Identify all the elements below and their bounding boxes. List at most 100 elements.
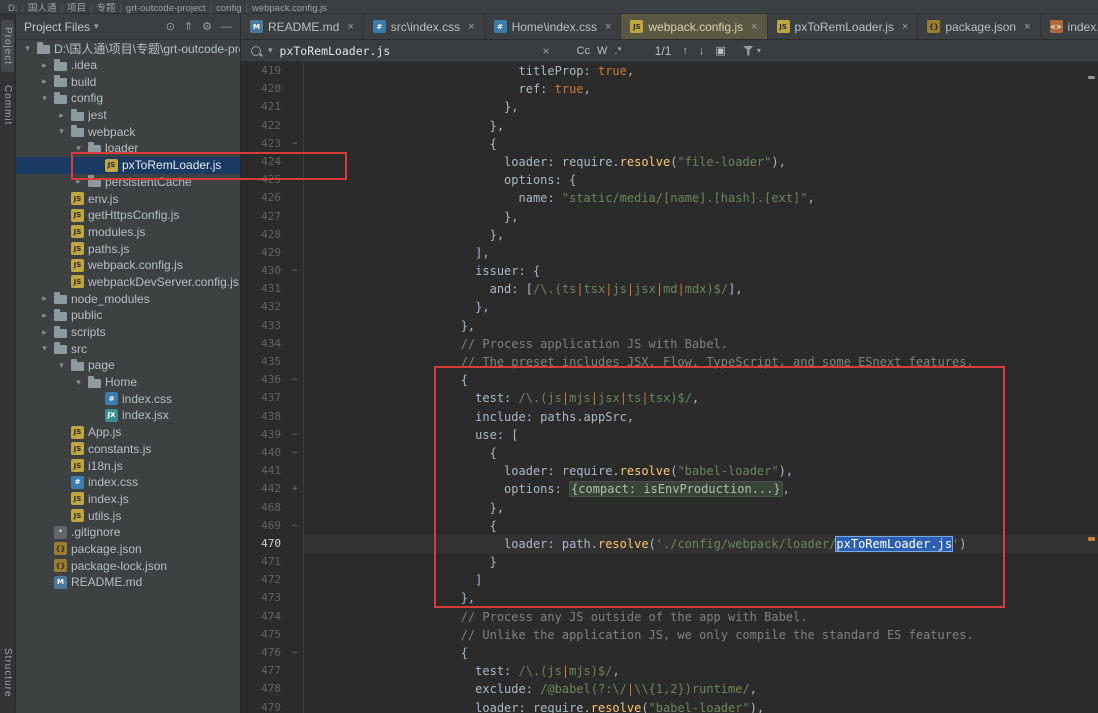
tree-row[interactable]: {}package.json <box>16 541 240 558</box>
chevron-right-icon[interactable]: ▸ <box>39 76 50 87</box>
chevron-down-icon[interactable]: ▾ <box>22 43 33 54</box>
code-line[interactable]: 475 // Unlike the application JS, we onl… <box>241 626 1098 644</box>
close-icon[interactable]: × <box>751 21 757 33</box>
code-line[interactable]: 473 }, <box>241 589 1098 607</box>
code-line[interactable]: 422 }, <box>241 117 1098 135</box>
editor-tab[interactable]: #Home\index.css× <box>485 14 622 39</box>
close-icon[interactable]: × <box>902 21 908 33</box>
chevron-down-icon[interactable]: ▾ <box>56 126 67 137</box>
code-line[interactable]: 436− { <box>241 371 1098 389</box>
tree-row[interactable]: JSwebpack.config.js <box>16 257 240 274</box>
chevron-right-icon[interactable]: ▸ <box>39 293 50 304</box>
editor-tab[interactable]: {}package.json× <box>918 14 1040 39</box>
tree-row[interactable]: JSApp.js <box>16 424 240 441</box>
code-line[interactable]: 476− { <box>241 644 1098 662</box>
code-line[interactable]: 429 ], <box>241 244 1098 262</box>
fold-marker-icon[interactable]: − <box>287 644 304 662</box>
close-icon[interactable]: × <box>468 21 474 33</box>
chevron-right-icon[interactable]: ▸ <box>39 310 50 321</box>
code-line[interactable]: 439− use: [ <box>241 426 1098 444</box>
toolwindow-button-commit[interactable]: Commit <box>1 78 14 132</box>
code-line[interactable]: 430− issuer: { <box>241 262 1098 280</box>
tree-row[interactable]: JSenv.js <box>16 190 240 207</box>
tree-row[interactable]: JSindex.js <box>16 491 240 508</box>
tree-row[interactable]: JSi18n.js <box>16 457 240 474</box>
tree-row[interactable]: ▸persistentCache <box>16 174 240 191</box>
chevron-right-icon[interactable]: ▸ <box>56 110 67 121</box>
tree-row[interactable]: ▸scripts <box>16 324 240 341</box>
fold-marker-icon[interactable]: − <box>287 371 304 389</box>
chevron-right-icon[interactable]: ▸ <box>39 60 50 71</box>
code-line[interactable]: 469− { <box>241 517 1098 535</box>
chevron-right-icon[interactable]: ▸ <box>73 176 84 187</box>
code-line[interactable]: 472 ] <box>241 571 1098 589</box>
code-line[interactable]: 478 exclude: /@babel(?:\/|\\{1,2})runtim… <box>241 680 1098 698</box>
code-line[interactable]: 419 titleProp: true, <box>241 62 1098 80</box>
code-line[interactable]: 438 include: paths.appSrc, <box>241 408 1098 426</box>
toolwindow-button-project[interactable]: Project <box>1 20 14 72</box>
code-line[interactable]: 470 loader: path.resolve('./config/webpa… <box>241 535 1098 553</box>
tree-row[interactable]: JXindex.jsx <box>16 407 240 424</box>
tree-row[interactable]: ▾loader <box>16 140 240 157</box>
editor-tab[interactable]: <>index.html× <box>1041 14 1098 39</box>
code-line[interactable]: 442+ options: {compact: isEnvProduction.… <box>241 480 1098 498</box>
tree-row[interactable]: ▾page <box>16 357 240 374</box>
chevron-right-icon[interactable]: ▸ <box>39 327 50 338</box>
chevron-down-icon[interactable]: ▾ <box>73 377 84 388</box>
close-icon[interactable]: × <box>605 21 611 33</box>
code-line[interactable]: 427 }, <box>241 208 1098 226</box>
tree-row[interactable]: #index.css <box>16 390 240 407</box>
match-case-toggle[interactable]: Cc <box>577 45 590 57</box>
code-line[interactable]: 425− options: { <box>241 171 1098 189</box>
code-line[interactable]: 435 // The preset includes JSX, Flow, Ty… <box>241 353 1098 371</box>
previous-match-icon[interactable]: ↑ <box>682 45 688 57</box>
collapse-all-icon[interactable]: ⇑ <box>184 20 193 33</box>
code-line[interactable]: 441 loader: require.resolve("babel-loade… <box>241 462 1098 480</box>
tree-row[interactable]: ▸jest <box>16 107 240 124</box>
fold-marker-icon[interactable]: − <box>287 262 304 280</box>
code-line[interactable]: 468 }, <box>241 499 1098 517</box>
tree-row[interactable]: ▸node_modules <box>16 290 240 307</box>
next-match-icon[interactable]: ↓ <box>699 45 705 57</box>
chevron-down-icon[interactable]: ▾ <box>73 143 84 154</box>
tree-row[interactable]: ▾src <box>16 340 240 357</box>
fold-marker-icon[interactable]: − <box>287 426 304 444</box>
code-line[interactable]: 474 // Process any JS outside of the app… <box>241 608 1098 626</box>
code-editor[interactable]: 419 titleProp: true,420 ref: true,421 },… <box>240 62 1098 713</box>
editor-tab[interactable]: #src\index.css× <box>364 14 485 39</box>
whole-words-toggle[interactable]: W <box>597 45 607 57</box>
chevron-down-icon[interactable]: ▾ <box>39 343 50 354</box>
code-line[interactable]: 471 } <box>241 553 1098 571</box>
tree-row[interactable]: ▸.idea <box>16 57 240 74</box>
chevron-down-icon[interactable]: ▾ <box>39 93 50 104</box>
code-line[interactable]: 433 }, <box>241 317 1098 335</box>
code-line[interactable]: 440− { <box>241 444 1098 462</box>
tree-row[interactable]: ▾Home <box>16 374 240 391</box>
tree-row[interactable]: ▸public <box>16 307 240 324</box>
code-line[interactable]: 428 }, <box>241 226 1098 244</box>
filter-chevron-icon[interactable]: ▾ <box>757 46 761 55</box>
clear-search-icon[interactable]: × <box>543 44 550 58</box>
tree-row[interactable]: ▸build <box>16 73 240 90</box>
tree-row[interactable]: *.gitignore <box>16 524 240 541</box>
code-line[interactable]: 424 loader: require.resolve("file-loader… <box>241 153 1098 171</box>
close-icon[interactable]: × <box>1024 21 1030 33</box>
toolwindow-button-structure[interactable]: Structure <box>1 641 14 705</box>
tree-row[interactable]: JSwebpackDevServer.config.js <box>16 274 240 291</box>
tree-row[interactable]: JSpxToRemLoader.js <box>16 157 240 174</box>
chevron-down-icon[interactable]: ▾ <box>56 360 67 371</box>
editor-tab[interactable]: MREADME.md× <box>241 14 364 39</box>
project-view-selector[interactable]: Project Files ▾ <box>24 20 99 34</box>
filter-icon[interactable] <box>743 46 754 56</box>
code-line[interactable]: 423− { <box>241 135 1098 153</box>
code-line[interactable]: 434 // Process application JS with Babel… <box>241 335 1098 353</box>
code-line[interactable]: 426 name: "static/media/[name].[hash].[e… <box>241 189 1098 207</box>
fold-marker-icon[interactable]: − <box>287 517 304 535</box>
editor-tab[interactable]: JSpxToRemLoader.js× <box>768 14 919 39</box>
tree-row[interactable]: JSgetHttpsConfig.js <box>16 207 240 224</box>
tree-row[interactable]: ▾webpack <box>16 123 240 140</box>
tree-row[interactable]: #index.css <box>16 474 240 491</box>
tree-row[interactable]: JSutils.js <box>16 507 240 524</box>
fold-marker-icon[interactable]: − <box>287 135 304 153</box>
tree-row[interactable]: JSpaths.js <box>16 240 240 257</box>
